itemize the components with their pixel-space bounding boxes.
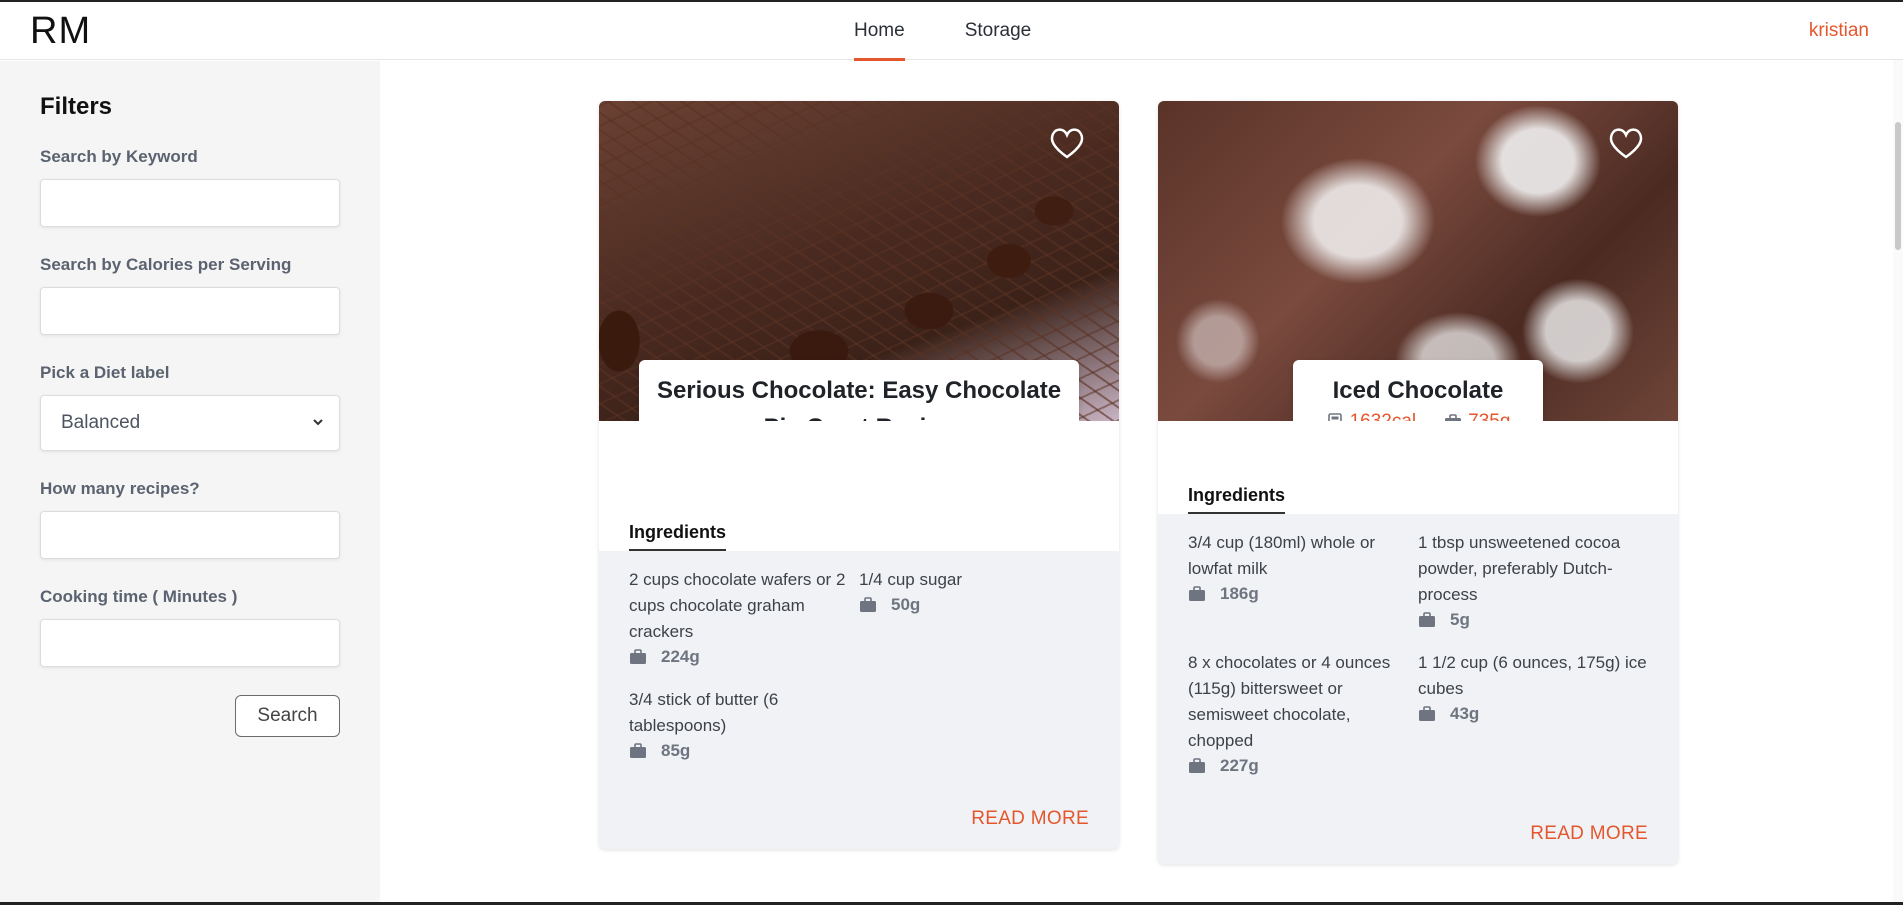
ingredient-text: 1 1/2 cup (6 ounces, 175g) ice cubes bbox=[1418, 653, 1647, 698]
ingredient-text: 1 tbsp unsweetened cocoa powder, prefera… bbox=[1418, 533, 1621, 604]
count-label: How many recipes? bbox=[40, 479, 200, 498]
ingredient-item: 1 tbsp unsweetened cocoa powder, prefera… bbox=[1418, 530, 1648, 630]
ingredient-item: 3/4 stick of butter (6 tablespoons) 85g bbox=[629, 687, 859, 761]
chevron-down-icon bbox=[311, 396, 325, 473]
briefcase-icon bbox=[1419, 706, 1435, 721]
ingredient-weight-row: 43g bbox=[1418, 704, 1648, 724]
ingredient-weight-row: 5g bbox=[1418, 610, 1648, 630]
filters-sidebar: Filters Search by Keyword Search by Calo… bbox=[0, 61, 380, 905]
nav-storage[interactable]: Storage bbox=[965, 2, 1032, 60]
ingredient-weight: 227g bbox=[1220, 756, 1259, 775]
nav-home[interactable]: Home bbox=[854, 2, 905, 61]
diet-label: Pick a Diet label bbox=[40, 363, 170, 382]
briefcase-icon bbox=[630, 649, 646, 664]
ingredients-header: Ingredients bbox=[599, 421, 1119, 551]
briefcase-icon bbox=[1189, 586, 1205, 601]
ingredient-weight-row: 224g bbox=[629, 647, 859, 667]
keyword-input[interactable] bbox=[40, 179, 340, 227]
recipe-count-input[interactable] bbox=[40, 511, 340, 559]
ingredient-weight: 43g bbox=[1450, 704, 1480, 723]
ingredient-text: 8 x chocolates or 4 ounces (115g) bitter… bbox=[1188, 653, 1391, 750]
diet-select-value: Balanced bbox=[61, 412, 141, 433]
heart-icon[interactable] bbox=[1047, 123, 1087, 163]
ingredient-item: 3/4 cup (180ml) whole or lowfat milk 186… bbox=[1188, 530, 1418, 630]
ingredient-item: 1 1/2 cup (6 ounces, 175g) ice cubes 43g bbox=[1418, 650, 1648, 776]
ingredient-text: 1/4 cup sugar bbox=[859, 570, 963, 589]
briefcase-icon bbox=[1189, 758, 1205, 773]
briefcase-icon bbox=[860, 597, 876, 612]
ingredients-list: 2 cups chocolate wafers or 2 cups chocol… bbox=[599, 551, 1119, 761]
read-more-link[interactable]: READ MORE bbox=[971, 808, 1089, 830]
app-logo[interactable]: RM bbox=[30, 10, 91, 53]
time-label: Cooking time ( Minutes ) bbox=[40, 587, 238, 606]
ingredients-tab[interactable]: Ingredients bbox=[1188, 485, 1286, 514]
ingredient-weight: 85g bbox=[661, 741, 691, 760]
ingredient-text: 2 cups chocolate wafers or 2 cups chocol… bbox=[629, 570, 846, 641]
calories-input[interactable] bbox=[40, 287, 340, 335]
recipe-card: Iced Chocolate 1632cal 735g Ingredients … bbox=[1158, 101, 1678, 864]
briefcase-icon bbox=[1419, 612, 1435, 627]
ingredient-weight-row: 50g bbox=[859, 595, 1089, 615]
ingredients-tab[interactable]: Ingredients bbox=[629, 522, 727, 551]
ingredient-text: 3/4 cup (180ml) whole or lowfat milk bbox=[1188, 533, 1376, 578]
ingredient-weight: 50g bbox=[891, 595, 921, 614]
recipe-card: Serious Chocolate: Easy Chocolate Pie Cr… bbox=[599, 101, 1119, 849]
ingredient-weight-row: 85g bbox=[629, 741, 859, 761]
ingredient-item: 1/4 cup sugar 50g bbox=[859, 567, 1089, 667]
briefcase-icon bbox=[630, 743, 646, 758]
ingredients-list: 3/4 cup (180ml) whole or lowfat milk 186… bbox=[1158, 514, 1678, 776]
calories-label: Search by Calories per Serving bbox=[40, 255, 292, 274]
read-more-link[interactable]: READ MORE bbox=[1530, 823, 1648, 845]
cooking-time-input[interactable] bbox=[40, 619, 340, 667]
main-nav: Home Storage bbox=[854, 2, 1032, 61]
ingredient-item: 8 x chocolates or 4 ounces (115g) bitter… bbox=[1188, 650, 1418, 776]
ingredients-header: Ingredients bbox=[1158, 421, 1678, 514]
ingredient-weight: 186g bbox=[1220, 584, 1259, 603]
recipe-title[interactable]: Iced Chocolate bbox=[1309, 372, 1527, 409]
page-scrollbar[interactable] bbox=[1893, 60, 1903, 905]
diet-select[interactable]: Balanced bbox=[40, 395, 340, 451]
top-navbar: RM Home Storage kristian bbox=[0, 2, 1903, 61]
ingredient-weight-row: 227g bbox=[1188, 756, 1418, 776]
heart-icon[interactable] bbox=[1606, 123, 1646, 163]
scrollbar-thumb[interactable] bbox=[1895, 122, 1901, 250]
ingredient-weight: 5g bbox=[1450, 610, 1470, 629]
keyword-label: Search by Keyword bbox=[40, 147, 198, 166]
ingredient-item: 2 cups chocolate wafers or 2 cups chocol… bbox=[629, 567, 859, 667]
ingredient-text: 3/4 stick of butter (6 tablespoons) bbox=[629, 690, 779, 735]
ingredient-weight: 224g bbox=[661, 647, 700, 666]
filters-title: Filters bbox=[40, 93, 113, 120]
ingredient-weight-row: 186g bbox=[1188, 584, 1418, 604]
search-button[interactable]: Search bbox=[235, 695, 340, 737]
user-menu-link[interactable]: kristian bbox=[1809, 2, 1869, 60]
